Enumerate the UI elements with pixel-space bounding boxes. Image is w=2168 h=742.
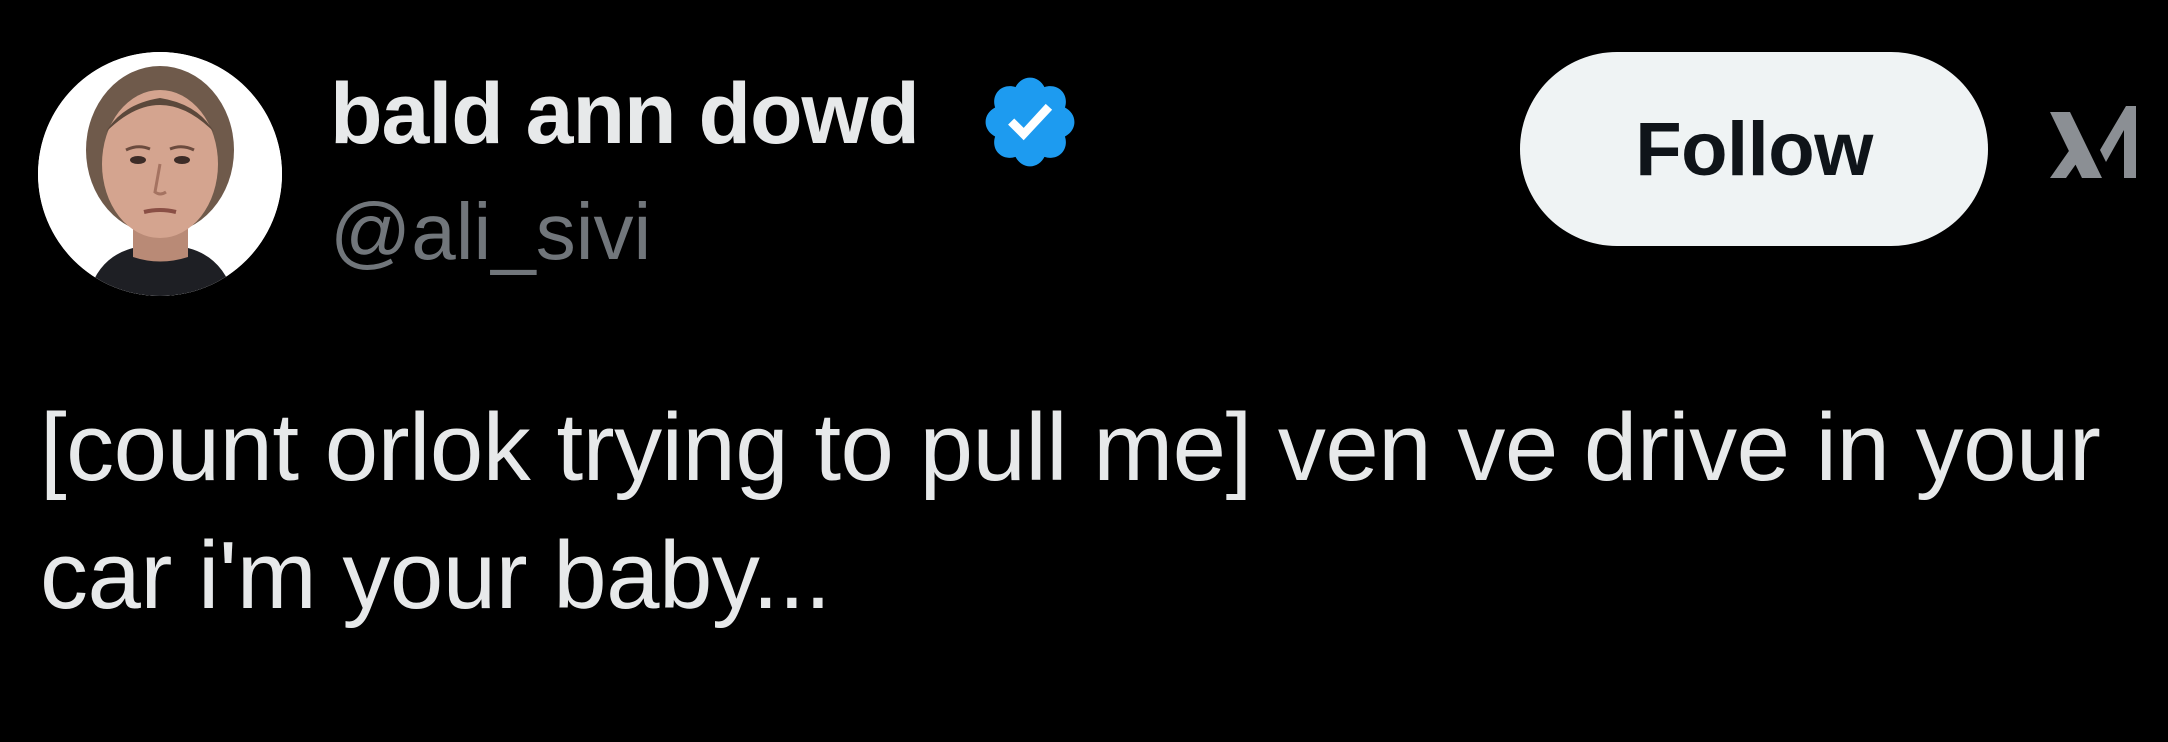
avatar-photo [38,52,282,296]
display-name[interactable]: bald ann dowd [330,64,920,164]
verified-badge-icon [985,77,1075,167]
tweet-text: [count orlok trying to pull me] ven ve d… [40,394,2101,629]
follow-button[interactable]: Follow [1520,52,1988,246]
user-handle[interactable]: @ali_sivi [330,182,651,282]
avatar[interactable] [38,52,282,296]
x-logo-icon[interactable] [2040,92,2140,192]
tweet-card: bald ann dowd @ali_sivi Follow [count or… [0,0,2168,742]
